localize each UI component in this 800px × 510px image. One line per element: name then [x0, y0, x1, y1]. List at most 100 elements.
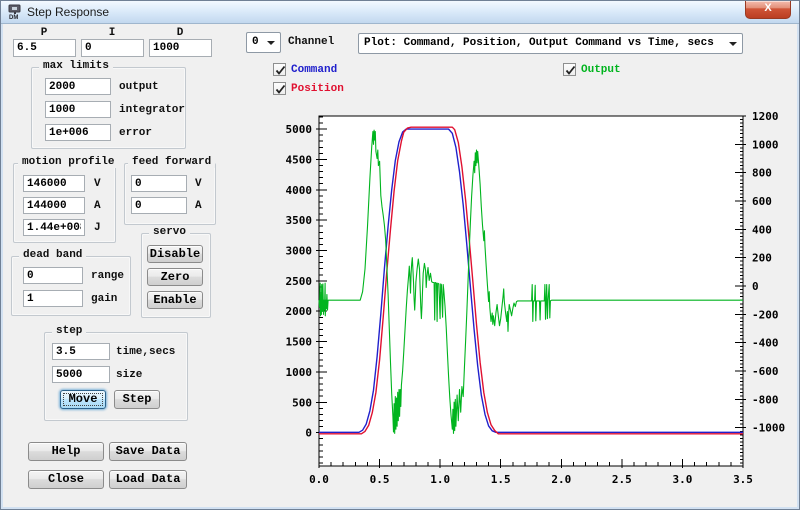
feed-forward-group: feed forward: [124, 163, 216, 225]
enable-button[interactable]: Enable: [147, 291, 203, 309]
channel-select[interactable]: 0: [246, 32, 281, 53]
titlebar-close-button[interactable]: X: [745, 1, 791, 19]
move-button[interactable]: Move: [60, 390, 106, 409]
svg-text:800: 800: [752, 167, 772, 180]
svg-text:2000: 2000: [286, 305, 313, 318]
deadband-gain-input[interactable]: [23, 290, 83, 307]
deadband-gain-label: gain: [91, 293, 117, 305]
svg-text:500: 500: [292, 396, 312, 409]
position-checkbox-label: Position: [291, 83, 344, 95]
step-group-label: step: [52, 325, 86, 337]
svg-text:3.5: 3.5: [733, 473, 753, 486]
svg-text:3.0: 3.0: [672, 473, 692, 486]
help-button[interactable]: Help: [28, 442, 104, 461]
svg-text:200: 200: [752, 252, 772, 265]
plot-select-value: Plot: Command, Position, Output Command …: [364, 37, 724, 49]
deadband-range-input[interactable]: [23, 267, 83, 284]
svg-text:-400: -400: [752, 337, 779, 350]
svg-text:DM: DM: [9, 15, 18, 20]
output-checkbox-label: Output: [581, 64, 621, 76]
dead-band-group: dead band: [11, 256, 131, 316]
jerk-label: J: [94, 222, 101, 234]
command-checkbox-label: Command: [291, 64, 337, 76]
svg-text:1.0: 1.0: [430, 473, 450, 486]
dead-band-group-label: dead band: [19, 249, 86, 261]
window-title: Step Response: [27, 5, 109, 19]
load-data-button[interactable]: Load Data: [109, 470, 187, 489]
ff-accel-input[interactable]: [131, 197, 187, 214]
output-checkbox[interactable]: [563, 63, 576, 76]
check-icon: [274, 83, 287, 96]
ff-velocity-label: V: [195, 178, 202, 190]
accel-label: A: [94, 200, 101, 212]
step-size-input[interactable]: [52, 366, 110, 383]
svg-text:1.5: 1.5: [491, 473, 511, 486]
app-icon: DM: [7, 4, 23, 20]
i-label: I: [81, 27, 143, 39]
step-size-label: size: [116, 369, 142, 381]
deadband-range-label: range: [91, 270, 124, 282]
accel-input[interactable]: [23, 197, 85, 214]
svg-text:-800: -800: [752, 393, 779, 406]
motion-profile-group-label: motion profile: [18, 156, 118, 168]
chevron-down-icon: [267, 41, 275, 45]
svg-text:0: 0: [752, 280, 759, 293]
svg-text:0: 0: [305, 427, 312, 440]
i-input[interactable]: [81, 39, 144, 57]
svg-text:2.0: 2.0: [551, 473, 571, 486]
svg-text:1000: 1000: [752, 138, 779, 151]
step-response-dialog: DM Step Response X P I D 0 Channel Plot:…: [0, 0, 800, 510]
svg-text:1200: 1200: [752, 110, 779, 123]
zero-button[interactable]: Zero: [147, 268, 203, 286]
svg-text:0.0: 0.0: [309, 473, 329, 486]
d-label: D: [149, 27, 211, 39]
svg-text:3000: 3000: [286, 244, 313, 257]
svg-text:0.5: 0.5: [370, 473, 390, 486]
svg-text:4000: 4000: [286, 184, 313, 197]
close-button[interactable]: Close: [28, 470, 104, 489]
velocity-label: V: [94, 178, 101, 190]
p-label: P: [13, 27, 75, 39]
svg-text:2.5: 2.5: [612, 473, 632, 486]
svg-text:2500: 2500: [286, 275, 313, 288]
step-time-input[interactable]: [52, 343, 110, 360]
save-data-button[interactable]: Save Data: [109, 442, 187, 461]
svg-text:5000: 5000: [286, 123, 313, 136]
max-limits-group-label: max limits: [39, 60, 113, 72]
svg-text:1500: 1500: [286, 336, 313, 349]
integrator-limit-input[interactable]: [45, 101, 111, 118]
d-input[interactable]: [149, 39, 212, 57]
channel-value: 0: [252, 36, 259, 48]
position-checkbox[interactable]: [273, 82, 286, 95]
error-limit-input[interactable]: [45, 124, 111, 141]
svg-text:400: 400: [752, 223, 772, 236]
svg-text:600: 600: [752, 195, 772, 208]
plot-select[interactable]: Plot: Command, Position, Output Command …: [358, 33, 743, 54]
svg-text:-600: -600: [752, 365, 779, 378]
titlebar: DM Step Response X: [1, 1, 799, 24]
step-button[interactable]: Step: [114, 390, 160, 409]
chevron-down-icon: [729, 42, 737, 46]
step-response-chart: 0.00.51.01.52.02.53.03.50500100015002000…: [271, 101, 800, 510]
ff-accel-label: A: [195, 200, 202, 212]
output-limit-input[interactable]: [45, 78, 111, 95]
velocity-input[interactable]: [23, 175, 85, 192]
command-checkbox[interactable]: [273, 63, 286, 76]
jerk-input[interactable]: [23, 219, 85, 236]
svg-text:-1000: -1000: [752, 422, 785, 435]
error-limit-label: error: [119, 127, 152, 139]
svg-text:-200: -200: [752, 308, 779, 321]
integrator-limit-label: integrator: [119, 104, 185, 116]
servo-group-label: servo: [149, 226, 190, 238]
svg-text:3500: 3500: [286, 214, 313, 227]
channel-label: Channel: [288, 36, 334, 48]
disable-button[interactable]: Disable: [147, 245, 203, 263]
svg-text:1000: 1000: [286, 366, 313, 379]
svg-text:4500: 4500: [286, 153, 313, 166]
check-icon: [274, 64, 287, 77]
ff-velocity-input[interactable]: [131, 175, 187, 192]
feed-forward-group-label: feed forward: [128, 156, 215, 168]
check-icon: [564, 64, 577, 77]
output-limit-label: output: [119, 81, 159, 93]
p-input[interactable]: [13, 39, 76, 57]
